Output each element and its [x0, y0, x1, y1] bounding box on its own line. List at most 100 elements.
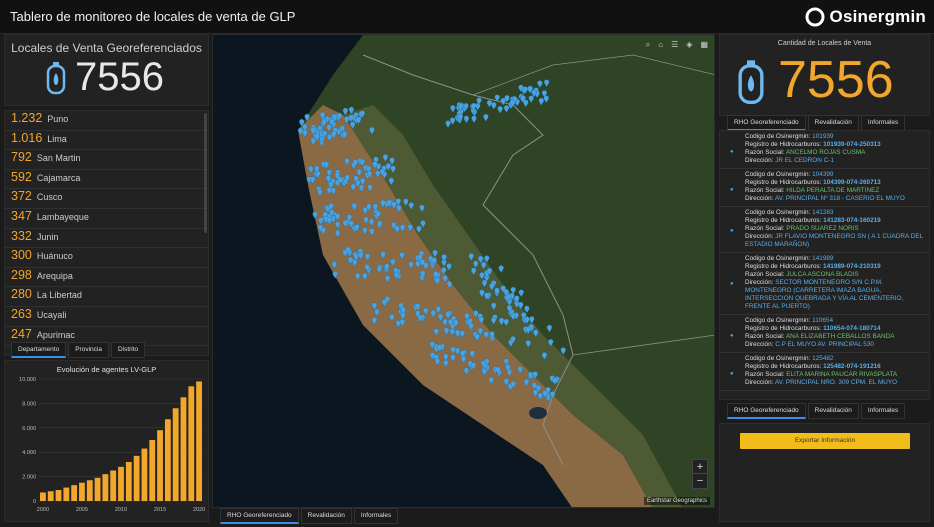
tab-departamento[interactable]: Departamento: [11, 342, 67, 358]
ranking-row[interactable]: 792 San Martin: [5, 150, 208, 170]
list-icon[interactable]: ☰: [671, 40, 678, 50]
chart-bar[interactable]: [86, 480, 93, 501]
record-card[interactable]: ● Codigo de Osinergmin: 101939 Registro de…: [720, 131, 929, 169]
record-card[interactable]: ● Codigo de Osinergmin: 104399 Registro de…: [720, 169, 929, 207]
export-button[interactable]: Exportar Información: [740, 433, 910, 449]
ranking-tabs: Departamento Provincia Distrito: [11, 342, 146, 358]
chart-bar[interactable]: [180, 397, 187, 501]
ranking-value: 1.016: [11, 130, 43, 145]
tab-rho-georeferenciado[interactable]: RHO Georeferenciado: [727, 115, 806, 131]
ranking-name: Apurimac: [36, 329, 75, 340]
map-view[interactable]: ⌕ ⌂ ☰ ◈ ▦ + − Earthstar Geographics: [212, 34, 715, 508]
location-pin-icon: ●: [730, 332, 734, 339]
code-label: Codigo de Osinergmin:: [745, 133, 811, 140]
ranking-row[interactable]: 347 Lambayeque: [5, 209, 208, 229]
y-tick-label: 8.000: [22, 401, 36, 407]
tab-provincia[interactable]: Provincia: [68, 342, 109, 358]
record-address: AV. PRINCIPAL NRO. 309 CPM. EL MUYO: [774, 379, 898, 386]
tab-distrito[interactable]: Distrito: [110, 342, 146, 358]
evolution-chart-panel: Evolución de agentes LV-GLP 0 2.000 4.000 6…: [4, 360, 209, 522]
tab-rho-georeferenciado[interactable]: RHO Georeferenciado: [220, 508, 299, 524]
ranking-scrollbar[interactable]: [204, 113, 207, 233]
chart-bar[interactable]: [79, 482, 85, 501]
ranking-value: 298: [11, 267, 32, 282]
left-counter-value: 7556: [75, 55, 164, 99]
ranking-value: 347: [11, 208, 32, 223]
address-label: Dirección:: [745, 233, 774, 240]
chart-bar[interactable]: [141, 448, 148, 501]
chart-bar[interactable]: [40, 492, 46, 501]
chart-bar[interactable]: [94, 477, 101, 501]
chart-bar[interactable]: [188, 386, 195, 501]
right-counter-value: 7556: [778, 51, 894, 109]
code-label: Codigo de Osinergmin:: [745, 355, 811, 362]
registry-label: Registro de Hidrocarburos:: [745, 141, 822, 148]
chart-bar[interactable]: [55, 490, 62, 501]
ranking-row[interactable]: 592 Cajamarca: [5, 170, 208, 190]
ranking-row[interactable]: 300 Huánuco: [5, 248, 208, 268]
chart-bar[interactable]: [125, 461, 132, 501]
chart-bar[interactable]: [157, 430, 163, 501]
zoom-in-button[interactable]: +: [693, 460, 707, 474]
record-card[interactable]: ● Codigo de Osinergmin: 110654 Registro de…: [720, 315, 929, 353]
chart-bar[interactable]: [47, 491, 54, 501]
ranking-row[interactable]: 1.232 Puno: [5, 111, 208, 131]
name-label: Razón Social:: [745, 187, 785, 194]
ranking-value: 792: [11, 150, 32, 165]
code-label: Codigo de Osinergmin:: [745, 209, 811, 216]
tab-informales[interactable]: Informales: [353, 508, 399, 524]
ranking-name: Junin: [36, 231, 59, 242]
ranking-row[interactable]: 1.016 Lima: [5, 131, 208, 151]
ranking-row[interactable]: 298 Arequipa: [5, 268, 208, 288]
ranking-list: 1.232 Puno 1.016 Lima 792 San Martin 592 Cajama…: [5, 111, 208, 347]
ranking-value: 1.232: [11, 111, 43, 125]
tab-revalidaci-n[interactable]: Revalidación: [807, 115, 859, 131]
chart-bar[interactable]: [110, 470, 117, 502]
layers-icon[interactable]: ◈: [686, 40, 692, 50]
chart-bar[interactable]: [196, 381, 202, 501]
x-tick-label: 2020: [193, 507, 205, 513]
record-registry: 101939-074-250313: [823, 141, 881, 148]
address-label: Dirección:: [745, 341, 774, 348]
record-card[interactable]: ● Codigo de Osinergmin: 125482 Registro de…: [720, 353, 929, 391]
chart-bar[interactable]: [63, 487, 70, 501]
basemap-icon[interactable]: ▦: [700, 40, 708, 50]
chart-bar[interactable]: [164, 419, 171, 501]
address-label: Dirección:: [745, 157, 774, 164]
top-bar: Tablero de monitoreo de locales de venta…: [0, 0, 934, 34]
record-card[interactable]: ● Codigo de Osinergmin: 141283 Registro de…: [720, 207, 929, 253]
page-title: Tablero de monitoreo de locales de venta…: [10, 9, 296, 24]
search-icon[interactable]: ⌕: [646, 40, 650, 50]
ranking-value: 263: [11, 306, 32, 321]
registry-label: Registro de Hidrocarburos:: [745, 363, 822, 370]
record-card[interactable]: ● Codigo de Osinergmin: 141989 Registro de…: [720, 253, 929, 315]
tab-revalidaci-n[interactable]: Revalidación: [300, 508, 352, 524]
tab-informales[interactable]: Informales: [860, 115, 906, 131]
record-name: ELITA MARINA PAUCAR RIVASPLATA: [786, 371, 898, 378]
ranking-row[interactable]: 332 Junin: [5, 229, 208, 249]
ranking-value: 332: [11, 228, 32, 243]
ranking-row[interactable]: 263 Ucayali: [5, 307, 208, 327]
tab-rho-georeferenciado[interactable]: RHO Georeferenciado: [727, 403, 806, 419]
chart-bar[interactable]: [133, 455, 140, 501]
tab-informales[interactable]: Informales: [860, 403, 906, 419]
home-icon[interactable]: ⌂: [658, 40, 663, 50]
ranking-row[interactable]: 372 Cusco: [5, 189, 208, 209]
chart-bar[interactable]: [102, 474, 109, 501]
chart-bar[interactable]: [172, 408, 179, 501]
registry-label: Registro de Hidrocarburos:: [745, 217, 822, 224]
registry-label: Registro de Hidrocarburos:: [745, 325, 822, 332]
location-pin-icon: ●: [730, 148, 734, 155]
ranking-name: Cusco: [36, 192, 63, 203]
chart-bar[interactable]: [118, 466, 124, 501]
zoom-out-button[interactable]: −: [693, 474, 707, 488]
ranking-name: San Martin: [36, 153, 81, 164]
map-canvas[interactable]: [213, 35, 715, 508]
tab-revalidaci-n[interactable]: Revalidación: [807, 403, 859, 419]
chart-bar[interactable]: [149, 440, 156, 501]
chart-bar[interactable]: [71, 485, 78, 501]
ranking-name: Arequipa: [36, 270, 73, 281]
ranking-row[interactable]: 280 La Libertad: [5, 287, 208, 307]
y-tick-label: 6.000: [22, 426, 36, 432]
ranking-name: Puno: [47, 114, 69, 124]
